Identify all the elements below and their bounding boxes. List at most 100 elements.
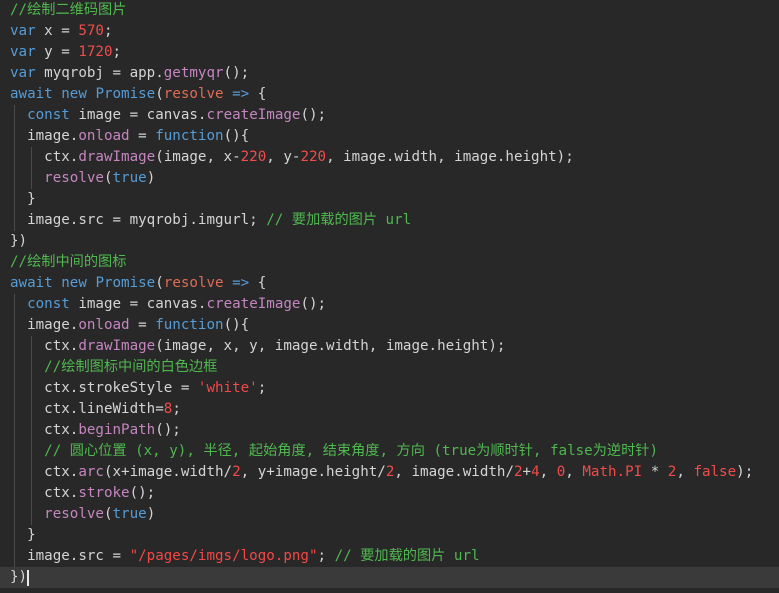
code-token-function: createImage	[206, 296, 301, 312]
code-token-plain: })	[10, 569, 28, 585]
indentation	[10, 464, 44, 480]
code-line[interactable]: const image = canvas.createImage();	[0, 294, 779, 315]
code-token-plain: {	[249, 275, 267, 291]
code-token-plain: )	[146, 506, 156, 522]
code-line[interactable]: var myqrobj = app.getmyqr();	[0, 63, 779, 84]
code-token-plain: ;	[257, 380, 267, 396]
indentation	[10, 128, 27, 144]
code-token-plain: *	[642, 464, 668, 480]
code-token-plain: ;	[103, 23, 113, 39]
code-token-number: 4	[531, 464, 540, 480]
indent-guide	[14, 294, 15, 315]
code-token-param: resolve	[163, 86, 224, 102]
code-line[interactable]: await new Promise(resolve => {	[0, 84, 779, 105]
indent-guide	[14, 420, 15, 441]
indentation	[10, 422, 44, 438]
code-line[interactable]: //绘制图标中间的白色边框	[0, 357, 779, 378]
code-token-plain: myqrobj = app.	[35, 65, 164, 81]
code-token-keyword: const	[27, 296, 70, 312]
indentation	[10, 149, 44, 165]
code-line[interactable]: ctx.drawImage(image, x-220, y-220, image…	[0, 147, 779, 168]
indent-guide	[31, 336, 32, 357]
code-token-comment: // 圆心位置 (x, y), 半径, 起始角度, 结束角度, 方向 (true…	[44, 443, 659, 459]
code-token-function: resolve	[44, 506, 104, 522]
indent-guide	[14, 147, 15, 168]
code-token-keyword: true	[112, 506, 147, 522]
indent-guide	[31, 441, 32, 462]
indent-guide	[14, 315, 15, 336]
code-line[interactable]: ctx.lineWidth=8;	[0, 399, 779, 420]
code-line[interactable]: ctx.arc(x+image.width/2, y+image.height/…	[0, 462, 779, 483]
code-line[interactable]: ctx.drawImage(image, x, y, image.width, …	[0, 336, 779, 357]
code-token-plain: ();	[300, 296, 327, 312]
code-token-plain: image.	[27, 317, 79, 333]
code-line[interactable]: const image = canvas.createImage();	[0, 105, 779, 126]
indentation	[10, 296, 27, 312]
code-token-comment: //绘制二维码图片	[10, 2, 127, 18]
code-token-function: drawImage	[78, 338, 156, 354]
indent-guide	[31, 399, 32, 420]
code-token-plain: ctx.strokeStyle =	[44, 380, 198, 396]
code-token-number: 220	[240, 149, 267, 165]
code-line[interactable]: //绘制二维码图片	[0, 0, 779, 21]
indent-guide	[14, 105, 15, 126]
code-token-plain: (image, x, y, image.width, image.height)…	[155, 338, 506, 354]
indent-guide	[31, 420, 32, 441]
code-line[interactable]: // 圆心位置 (x, y), 半径, 起始角度, 结束角度, 方向 (true…	[0, 441, 779, 462]
indent-guide	[14, 126, 15, 147]
indentation	[10, 359, 44, 375]
code-line[interactable]: }	[0, 189, 779, 210]
indent-guide	[14, 168, 15, 189]
code-line[interactable]: ctx.beginPath();	[0, 420, 779, 441]
code-token-plain: );	[736, 464, 754, 480]
code-line[interactable]: })	[0, 231, 779, 252]
code-token-function: createImage	[206, 107, 301, 123]
code-token-plain: ,	[539, 464, 557, 480]
code-token-function: arc	[78, 464, 104, 480]
code-line[interactable]: resolve(true)	[0, 168, 779, 189]
code-token-keyword: Promise	[95, 275, 156, 291]
code-token-number: 2	[514, 464, 523, 480]
code-token-plain: ();	[223, 65, 250, 81]
text-cursor	[27, 570, 29, 586]
code-token-keyword: new	[61, 86, 87, 102]
indentation	[10, 485, 44, 501]
code-token-number: 1720	[78, 44, 113, 60]
code-line[interactable]: })	[0, 567, 779, 588]
code-token-comment: //绘制图标中间的白色边框	[44, 359, 218, 375]
code-token-keyword: =>	[232, 86, 250, 102]
code-line[interactable]: image.onload = function(){	[0, 315, 779, 336]
indent-guide	[14, 462, 15, 483]
code-line[interactable]: //绘制中间的图标	[0, 252, 779, 273]
indent-guide	[14, 546, 15, 567]
code-token-keyword: var	[10, 65, 36, 81]
code-line[interactable]: var y = 1720;	[0, 42, 779, 63]
code-line[interactable]: var x = 570;	[0, 21, 779, 42]
code-token-plain: image = canvas.	[69, 107, 207, 123]
code-token-plain: (){	[223, 317, 250, 333]
indent-guide	[14, 441, 15, 462]
code-line[interactable]: await new Promise(resolve => {	[0, 273, 779, 294]
code-token-keyword: Promise	[95, 86, 156, 102]
indent-guide	[14, 336, 15, 357]
code-token-plain: ctx.	[44, 338, 79, 354]
indentation	[10, 212, 27, 228]
code-line[interactable]: image.onload = function(){	[0, 126, 779, 147]
code-token-plain: ;	[172, 401, 181, 417]
code-token-plain: =	[129, 317, 156, 333]
code-line[interactable]: image.src = "/pages/imgs/logo.png"; // 要…	[0, 546, 779, 567]
code-line[interactable]: ctx.strokeStyle = 'white';	[0, 378, 779, 399]
code-token-keyword: await	[10, 86, 53, 102]
code-token-keyword: var	[10, 23, 36, 39]
code-token-plain: ();	[155, 422, 181, 438]
code-line[interactable]: image.src = myqrobj.imgurl; // 要加载的图片 ur…	[0, 210, 779, 231]
code-line[interactable]: resolve(true)	[0, 504, 779, 525]
code-line[interactable]: }	[0, 525, 779, 546]
code-token-plain: (	[155, 275, 164, 291]
code-editor[interactable]: //绘制二维码图片 var x = 570; var y = 1720; var my…	[0, 0, 779, 593]
code-line[interactable]: ctx.stroke();	[0, 483, 779, 504]
code-token-plain: )	[146, 170, 156, 186]
indent-guide	[14, 210, 15, 231]
